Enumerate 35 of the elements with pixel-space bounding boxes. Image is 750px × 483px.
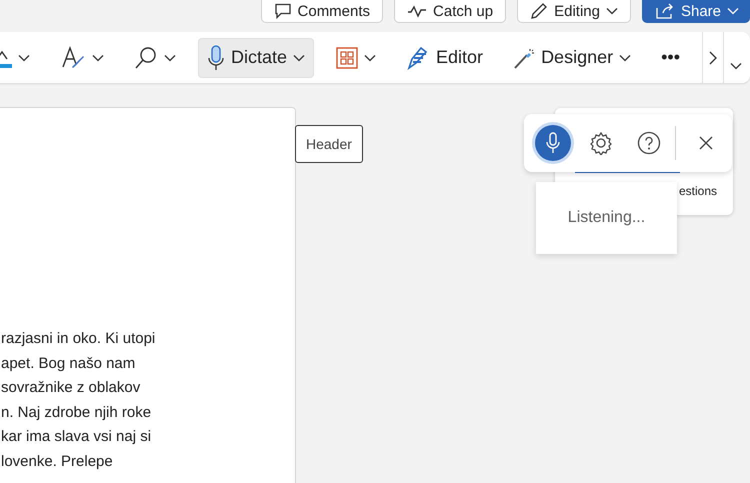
chevron-right-icon (709, 50, 718, 64)
header-tag[interactable]: Header (295, 125, 363, 163)
help-icon (637, 131, 662, 155)
document-text-line: razjasni in oko. Ki utopi (1, 329, 156, 349)
magic-wand-icon (513, 46, 536, 68)
ribbon-button[interactable]: Editor (398, 38, 492, 78)
document-text-line: lovenke. Prelepe (1, 452, 114, 472)
text-brush-icon (60, 44, 86, 70)
search-icon (134, 46, 158, 70)
share-icon (654, 2, 675, 20)
document-text-line: n. Naj zdrobe njih roke (1, 402, 152, 422)
close-icon (699, 136, 713, 150)
microphone-button[interactable] (535, 125, 571, 161)
pencil-icon (530, 2, 548, 20)
ribbon-button[interactable]: Designer (505, 38, 640, 78)
caret-icon (727, 7, 739, 15)
settings-icon (589, 131, 614, 155)
document-text-line: sovražnike z oblakov (1, 378, 142, 398)
document-text-line: apet. Bog našo nam (1, 354, 136, 374)
top-button[interactable]: Comments (260, 0, 384, 23)
ribbon-button[interactable]: ••• (653, 38, 688, 78)
document-text-line: kar ima slava vsi naj si (1, 427, 152, 447)
listening-status: Listening... (568, 209, 646, 227)
comment-icon (274, 3, 292, 19)
grid-icon (336, 46, 358, 68)
pulse-icon (407, 4, 428, 18)
microphone-icon (207, 44, 225, 70)
top-button[interactable]: Catch up (394, 0, 506, 23)
top-button[interactable]: Editing (517, 0, 631, 23)
ribbon-button[interactable]: Dictate (198, 38, 314, 78)
suggestions-label: estions (678, 184, 717, 198)
top-button[interactable]: Share (642, 0, 750, 23)
caret-icon (606, 7, 618, 15)
caret-icon (730, 62, 742, 70)
microphone-icon (546, 132, 560, 154)
